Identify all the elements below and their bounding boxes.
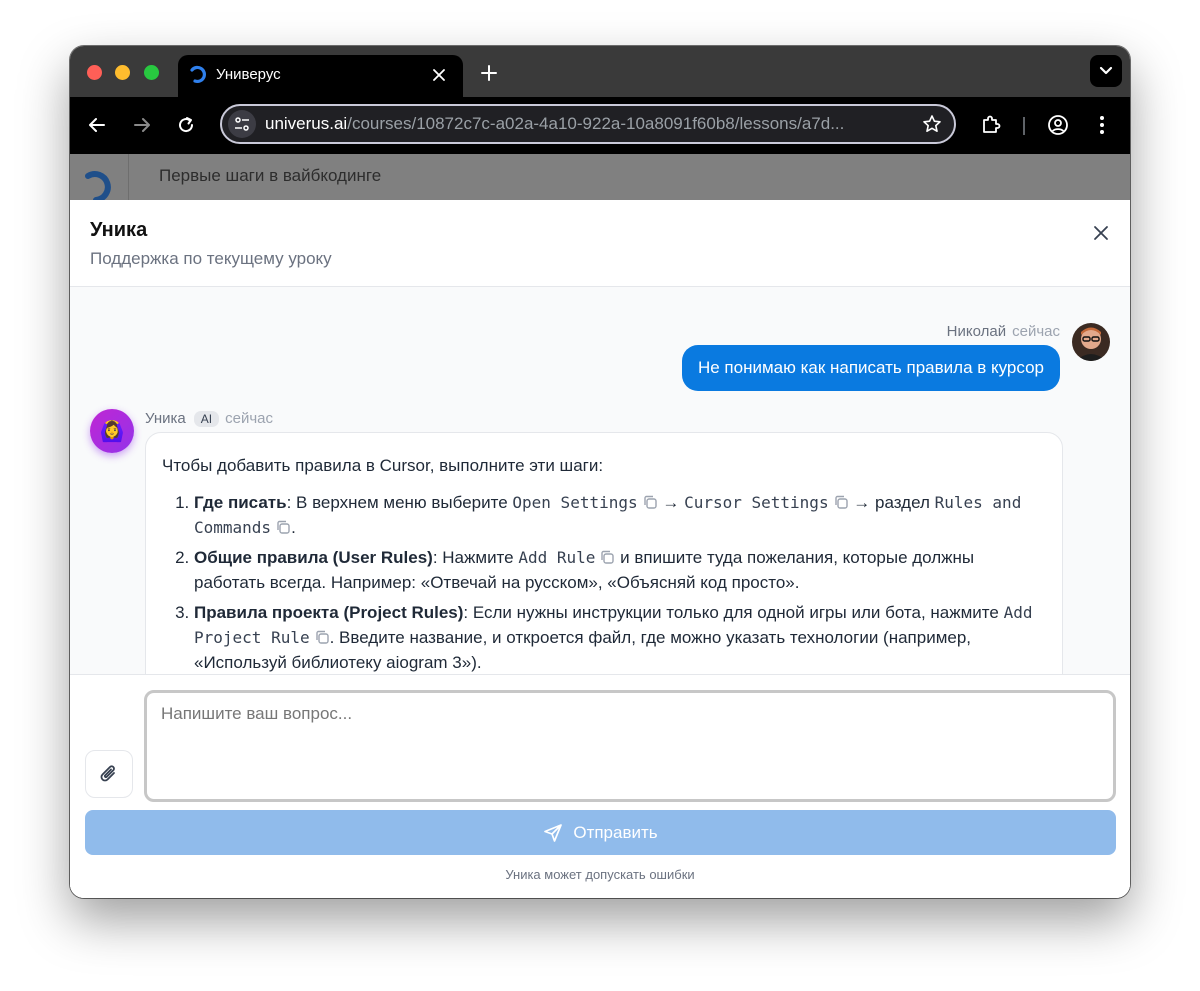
browser-toolbar: univerus.ai/courses/10872c7c-a02a-4a10-9…	[70, 97, 1130, 154]
ai-message-meta: Уника AI сейчас	[145, 410, 273, 427]
send-button-label: Отправить	[573, 822, 658, 842]
list-item: Где писать: В верхнем меню выберите Open…	[194, 490, 1046, 540]
copy-icon[interactable]	[599, 549, 615, 565]
ai-avatar-emoji: 🙆‍♀️	[99, 420, 125, 443]
site-settings-tune-icon[interactable]	[228, 110, 256, 138]
tab-search-chevron-icon[interactable]	[1090, 55, 1122, 87]
bookmark-star-icon[interactable]	[920, 112, 944, 136]
tab-close-icon[interactable]	[427, 63, 451, 87]
forward-arrow-icon[interactable]	[128, 111, 156, 139]
chat-panel-subtitle: Поддержка по текущему уроку	[90, 249, 332, 268]
url-text[interactable]: univerus.ai/courses/10872c7c-a02a-4a10-9…	[265, 114, 905, 134]
step-text: : Нажмите	[432, 548, 519, 567]
url-path: /courses/10872c7c-a02a-4a10-922a-10a8091…	[347, 114, 845, 133]
inline-code: Cursor Settings	[684, 493, 829, 512]
user-message-bubble: Не понимаю как написать правила в курсор	[681, 345, 1060, 391]
user-message-time: сейчас	[1012, 323, 1060, 340]
message-composer: Отправить Уника может допускать ошибки	[70, 674, 1130, 898]
chat-panel-header: Уника Поддержка по текущему уроку	[70, 200, 1130, 287]
browser-menu-dots-icon[interactable]	[1088, 111, 1116, 139]
univerus-logo-icon	[85, 171, 111, 200]
tab-title: Универус	[216, 66, 281, 83]
step-text: . Введите название, и откроется файл, гд…	[194, 628, 972, 672]
step-text: : Если нужны инструкции только для одной…	[463, 603, 1004, 622]
reload-icon[interactable]	[172, 111, 200, 139]
close-window-button[interactable]	[87, 65, 102, 80]
close-panel-icon[interactable]	[1088, 220, 1114, 246]
step-text: →	[657, 493, 685, 512]
step-title: Где писать	[194, 493, 287, 512]
ai-badge: AI	[193, 411, 220, 427]
question-input[interactable]	[144, 690, 1116, 802]
user-message-meta: Николай сейчас	[947, 323, 1060, 340]
ai-message-time: сейчас	[225, 410, 273, 427]
copy-icon[interactable]	[314, 629, 330, 645]
maximize-window-button[interactable]	[144, 65, 159, 80]
extensions-puzzle-icon[interactable]	[977, 111, 1005, 139]
browser-window: Универус univerus.ai/courses/10872c7c-a0	[70, 46, 1130, 898]
toolbar-separator	[1023, 117, 1025, 135]
attach-file-button[interactable]	[85, 750, 133, 798]
univerus-logo-icon	[190, 65, 207, 84]
copy-icon[interactable]	[275, 519, 291, 535]
ai-steps-list: Где писать: В верхнем меню выберите Open…	[162, 490, 1046, 674]
user-name: Николай	[946, 323, 1007, 340]
copy-icon[interactable]	[833, 494, 849, 510]
tab-strip: Универус	[70, 46, 1130, 97]
support-chat-panel: Уника Поддержка по текущему уроку Никола…	[70, 200, 1130, 898]
browser-tab-active[interactable]: Универус	[178, 55, 463, 97]
new-tab-plus-icon[interactable]	[476, 60, 502, 86]
send-paper-plane-icon	[544, 823, 563, 842]
message-list[interactable]: Николай сейчас Не понимаю как написать пр…	[70, 287, 1130, 674]
chat-panel-title: Уника	[90, 219, 148, 241]
inline-code: Open Settings	[512, 493, 638, 512]
minimize-window-button[interactable]	[115, 65, 130, 80]
step-text: .	[291, 518, 296, 537]
back-arrow-icon[interactable]	[83, 111, 111, 139]
ai-message-bubble: Чтобы добавить правила в Cursor, выполни…	[145, 432, 1063, 674]
list-item: Общие правила (User Rules): Нажмите Add …	[194, 545, 1046, 595]
step-text: → раздел	[848, 493, 935, 512]
inline-code: Add Rule	[518, 548, 596, 567]
list-item: Правила проекта (Project Rules): Если ну…	[194, 600, 1046, 674]
paperclip-icon	[100, 765, 115, 782]
step-text: : В верхнем меню выберите	[286, 493, 513, 512]
app-logo[interactable]	[70, 154, 129, 200]
app-header: Первые шаги в вайбкодинге	[70, 154, 1130, 200]
step-title: Общие правила (User Rules)	[194, 548, 433, 567]
copy-icon[interactable]	[642, 494, 658, 510]
disclaimer-text: Уника может допускать ошибки	[505, 867, 695, 882]
course-title: Первые шаги в вайбкодинге	[159, 166, 382, 185]
step-title: Правила проекта (Project Rules)	[194, 603, 464, 622]
send-button[interactable]: Отправить	[85, 810, 1116, 855]
web-page: Первые шаги в вайбкодинге Уника Поддержк…	[70, 154, 1130, 898]
address-bar[interactable]: univerus.ai/courses/10872c7c-a02a-4a10-9…	[220, 104, 956, 144]
url-host: univerus.ai	[265, 114, 348, 133]
ai-avatar: 🙆‍♀️	[90, 409, 134, 453]
ai-name: Уника	[145, 410, 186, 427]
ai-intro-text: Чтобы добавить правила в Cursor, выполни…	[162, 456, 604, 475]
profile-account-icon[interactable]	[1044, 111, 1072, 139]
user-avatar	[1072, 323, 1110, 361]
